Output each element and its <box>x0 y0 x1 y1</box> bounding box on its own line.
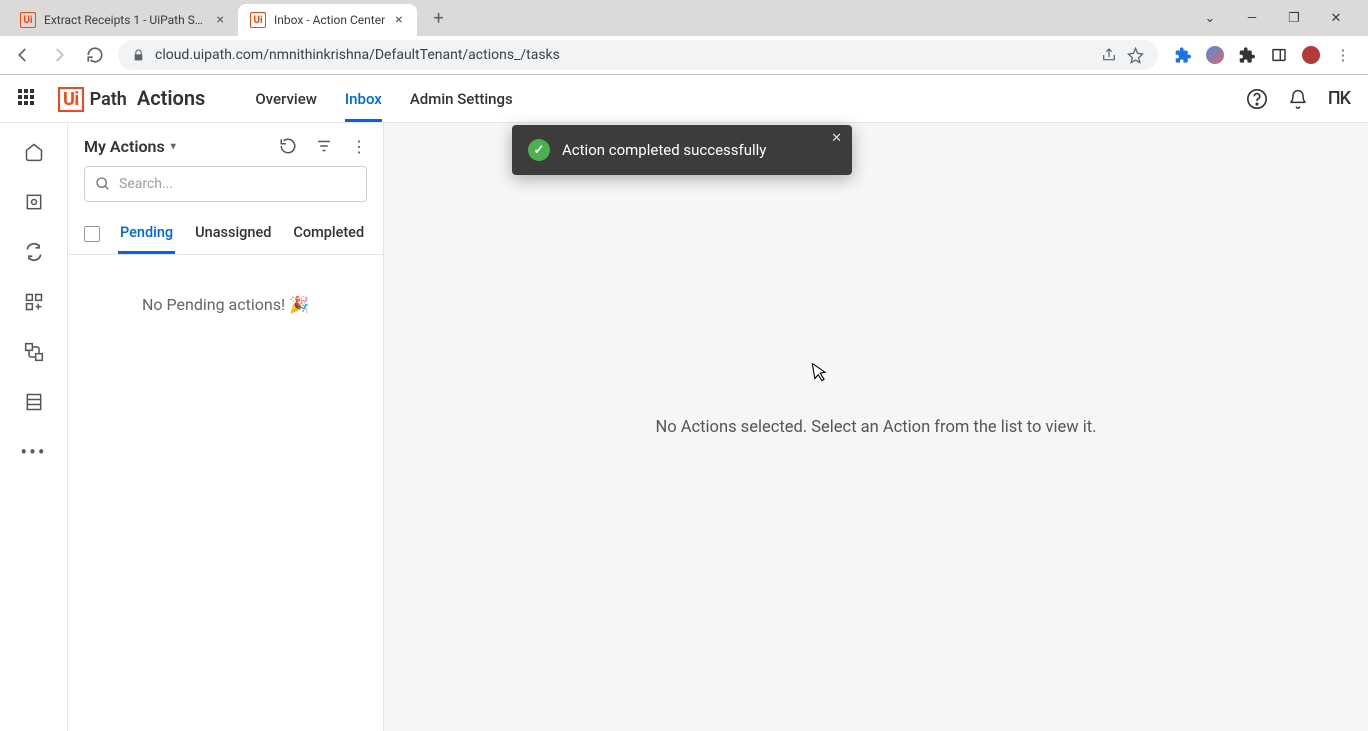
my-actions-label: My Actions <box>84 137 165 156</box>
browser-tab[interactable]: Ui Extract Receipts 1 - UiPath Studio × <box>8 4 238 36</box>
header-right: ΠK <box>1246 88 1350 110</box>
inbox-header-actions: ⋮ <box>279 137 367 156</box>
main-area: No Actions selected. Select an Action fr… <box>384 123 1368 731</box>
header-nav: Overview Inbox Admin Settings <box>255 75 512 122</box>
url-input[interactable]: cloud.uipath.com/nmnithinkrishna/Default… <box>118 40 1158 70</box>
kebab-menu-icon[interactable]: ⋮ <box>351 137 367 156</box>
select-all-checkbox[interactable] <box>84 226 100 242</box>
minimize-icon[interactable]: — <box>1240 11 1264 26</box>
uipath-favicon: Ui <box>20 12 36 28</box>
no-selection-message: No Actions selected. Select an Action fr… <box>655 418 1096 437</box>
forward-button[interactable] <box>46 42 72 68</box>
app-body: ••• My Actions ▾ ⋮ <box>0 123 1368 731</box>
check-circle-icon: ✓ <box>528 139 550 161</box>
tab-pending[interactable]: Pending <box>118 214 175 254</box>
close-window-icon[interactable]: ✕ <box>1324 11 1348 26</box>
logo[interactable]: Ui Path Actions <box>58 86 205 112</box>
browser-tab-active[interactable]: Ui Inbox - Action Center × <box>238 4 417 36</box>
success-toast: ✓ Action completed successfully ✕ <box>512 125 852 175</box>
tab-title: Extract Receipts 1 - UiPath Studio <box>44 13 207 27</box>
close-icon[interactable]: × <box>393 12 404 28</box>
toast-message: Action completed successfully <box>562 141 766 159</box>
sync-icon[interactable] <box>23 241 45 263</box>
target-icon[interactable] <box>23 191 45 213</box>
extension-icon[interactable] <box>1206 46 1224 64</box>
bell-icon[interactable] <box>1288 89 1308 109</box>
search-icon <box>95 176 111 192</box>
share-icon[interactable] <box>1101 47 1117 63</box>
extension-puzzle-icon[interactable] <box>1174 46 1192 64</box>
search-input[interactable] <box>119 176 356 192</box>
app-launcher-icon[interactable] <box>18 89 38 109</box>
caret-down-icon: ▾ <box>171 141 176 152</box>
my-actions-dropdown[interactable]: My Actions ▾ <box>84 137 176 156</box>
empty-text: No Pending actions! <box>142 295 285 314</box>
inbox-header: My Actions ▾ ⋮ <box>68 123 383 166</box>
url-text: cloud.uipath.com/nmnithinkrishna/Default… <box>155 47 1091 63</box>
kebab-menu-icon[interactable]: ⋮ <box>1334 46 1352 64</box>
uipath-favicon: Ui <box>250 12 266 28</box>
window-controls: ⌄ — ❐ ✕ <box>1198 11 1360 26</box>
storage-icon[interactable] <box>23 391 45 413</box>
profile-avatar-icon[interactable] <box>1302 46 1320 64</box>
close-icon[interactable]: ✕ <box>831 131 842 146</box>
tab-title: Inbox - Action Center <box>274 13 385 27</box>
logo-ui: Ui <box>58 87 84 112</box>
party-popper-icon: 🎉 <box>289 295 309 314</box>
logo-app: Actions <box>137 86 205 110</box>
sidepanel-icon[interactable] <box>1270 46 1288 64</box>
search-wrap <box>68 166 383 214</box>
help-icon[interactable] <box>1246 88 1268 110</box>
left-rail: ••• <box>0 123 68 731</box>
inbox-panel: My Actions ▾ ⋮ Pendi <box>68 123 384 731</box>
extension-puzzle-icon[interactable] <box>1238 46 1256 64</box>
new-tab-button[interactable]: + <box>425 4 453 32</box>
address-bar: cloud.uipath.com/nmnithinkrishna/Default… <box>0 36 1368 74</box>
apps-add-icon[interactable] <box>23 291 45 313</box>
back-button[interactable] <box>10 42 36 68</box>
close-icon[interactable]: × <box>215 12 226 28</box>
nav-inbox[interactable]: Inbox <box>345 75 382 122</box>
tab-bar: Ui Extract Receipts 1 - UiPath Studio × … <box>0 0 1368 36</box>
search-box[interactable] <box>84 166 367 202</box>
tab-completed[interactable]: Completed <box>291 214 366 254</box>
app-header: Ui Path Actions Overview Inbox Admin Sett… <box>0 75 1368 123</box>
home-icon[interactable] <box>23 141 45 163</box>
refresh-icon[interactable] <box>279 137 297 156</box>
chevron-down-icon[interactable]: ⌄ <box>1198 11 1222 26</box>
lock-icon <box>132 49 145 62</box>
nav-overview[interactable]: Overview <box>255 75 317 122</box>
reload-button[interactable] <box>82 42 108 68</box>
extension-icons: ⋮ <box>1168 46 1358 64</box>
more-icon[interactable]: ••• <box>23 441 45 463</box>
nav-admin-settings[interactable]: Admin Settings <box>410 75 513 122</box>
inbox-tabs: Pending Unassigned Completed <box>68 214 383 255</box>
tab-unassigned[interactable]: Unassigned <box>193 214 273 254</box>
connections-icon[interactable] <box>23 341 45 363</box>
filter-icon[interactable] <box>315 137 333 156</box>
star-icon[interactable] <box>1127 47 1144 64</box>
logo-path: Path <box>90 89 127 110</box>
empty-state: No Pending actions! 🎉 <box>68 255 383 354</box>
user-initials[interactable]: ΠK <box>1328 88 1350 109</box>
maximize-icon[interactable]: ❐ <box>1282 11 1306 26</box>
browser-chrome: Ui Extract Receipts 1 - UiPath Studio × … <box>0 0 1368 75</box>
